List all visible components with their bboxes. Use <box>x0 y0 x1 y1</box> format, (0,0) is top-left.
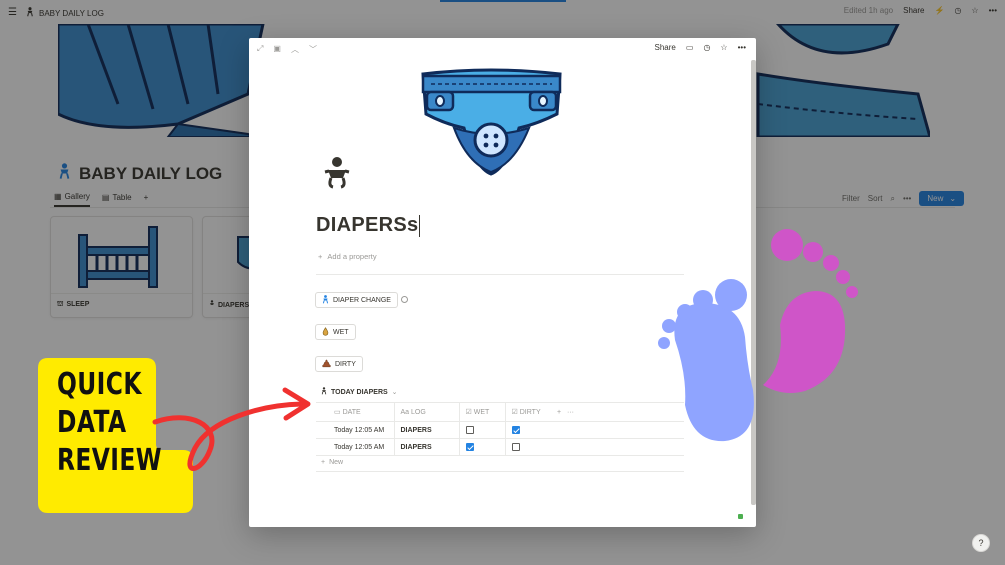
column-header-dirty[interactable]: ☑ DIRTY <box>504 402 551 422</box>
arrow-graphic <box>150 380 315 485</box>
database-table: ▭ DATE Aa LOG ☑ WET ☑ DIRTY + ··· Today … <box>316 402 684 456</box>
dirty-button[interactable]: DIRTY <box>315 356 363 372</box>
dirty-checkbox[interactable] <box>511 426 520 434</box>
column-label: LOG <box>411 408 426 416</box>
button-label: DIAPER CHANGE <box>333 296 391 304</box>
column-label: WET <box>473 409 490 416</box>
text-icon: Aa <box>400 408 410 416</box>
wet-checkbox[interactable] <box>465 443 474 451</box>
chevron-down-icon: ⌄ <box>391 389 398 396</box>
new-row-button[interactable]: + New <box>321 459 343 466</box>
cell-wet[interactable] <box>458 421 505 439</box>
button-label: DIRTY <box>335 360 356 368</box>
add-property-button[interactable]: + Add a property <box>318 252 377 261</box>
callout-line: DATA <box>57 405 127 440</box>
comment-icon[interactable]: ▭ <box>686 43 694 52</box>
cell-date[interactable]: Today 12:05 AM <box>316 438 394 456</box>
page-title[interactable]: DIAPERSs <box>316 214 421 237</box>
cell-dirty[interactable] <box>504 438 551 456</box>
cell-log[interactable]: DIAPERS <box>393 438 459 456</box>
calendar-icon: ▭ <box>334 409 343 416</box>
more-icon[interactable]: ··· <box>567 409 574 416</box>
plus-icon: + <box>318 252 323 261</box>
drop-icon <box>322 326 329 338</box>
database-title-text: TODAY DIAPERS <box>331 388 388 396</box>
expand-icon[interactable]: ⤢ <box>257 44 263 55</box>
wet-button[interactable]: WET <box>315 324 356 340</box>
dirty-checkbox[interactable] <box>511 443 520 451</box>
cell-empty <box>551 438 586 456</box>
new-row-label: New <box>329 459 344 466</box>
star-icon[interactable]: ☆ <box>720 43 727 52</box>
chevron-down-icon[interactable]: ﹀ <box>309 44 317 55</box>
cell-wet[interactable] <box>458 438 505 456</box>
add-column-button[interactable]: + ··· <box>551 402 586 422</box>
checkbox-icon: ☑ <box>511 409 520 416</box>
divider <box>316 471 684 472</box>
column-header-log[interactable]: Aa LOG <box>393 402 459 422</box>
checkbox-icon: ☑ <box>465 409 474 416</box>
callout-line: QUICK <box>57 367 142 402</box>
cell-date[interactable]: Today 12:05 AM <box>316 421 394 439</box>
divider <box>316 274 684 275</box>
column-header-date[interactable]: ▭ DATE <box>316 402 394 422</box>
callout-text: QUICK DATA REVIEW <box>57 366 162 480</box>
page-title-text[interactable]: DIAPERSs <box>316 214 418 236</box>
more-icon[interactable]: ••• <box>738 43 746 52</box>
wet-checkbox[interactable] <box>465 426 474 434</box>
baby-icon <box>322 294 329 306</box>
text-caret <box>419 214 421 237</box>
history-icon[interactable]: ◷ <box>703 43 710 52</box>
diaper-change-button[interactable]: DIAPER CHANGE <box>315 292 398 308</box>
button-label: WET <box>333 328 349 336</box>
baby-icon[interactable] <box>324 156 350 190</box>
side-peek-icon[interactable]: ▣ <box>273 44 281 55</box>
column-label: DATE <box>342 409 361 416</box>
footprints-graphic <box>655 225 865 452</box>
info-icon[interactable] <box>401 296 408 303</box>
diaper-cover-image <box>419 68 564 176</box>
table-header: ▭ DATE Aa LOG ☑ WET ☑ DIRTY + ··· <box>316 402 684 422</box>
database-title[interactable]: TODAY DIAPERS ⌄ <box>321 387 398 397</box>
share-button[interactable]: Share <box>655 43 676 52</box>
poop-icon <box>322 358 331 370</box>
add-property-label: Add a property <box>327 252 377 261</box>
cell-dirty[interactable] <box>504 421 551 439</box>
status-indicator <box>738 514 743 519</box>
cell-empty <box>551 421 586 439</box>
cell-log[interactable]: DIAPERS <box>393 421 459 439</box>
column-label: DIRTY <box>519 409 541 416</box>
baby-icon <box>321 387 327 397</box>
modal-toolbar: ⤢ ▣ ︿ ﹀ Share ▭ ◷ ☆ ••• <box>249 38 756 60</box>
column-header-wet[interactable]: ☑ WET <box>458 402 505 422</box>
table-row[interactable]: Today 12:05 AM DIAPERS <box>316 438 684 456</box>
table-row[interactable]: Today 12:05 AM DIAPERS <box>316 421 684 439</box>
plus-icon: + <box>557 408 562 416</box>
help-button[interactable]: ? <box>972 534 990 552</box>
chevron-up-icon[interactable]: ︿ <box>291 44 299 55</box>
plus-icon: + <box>321 459 326 466</box>
callout-line: REVIEW <box>57 443 162 478</box>
